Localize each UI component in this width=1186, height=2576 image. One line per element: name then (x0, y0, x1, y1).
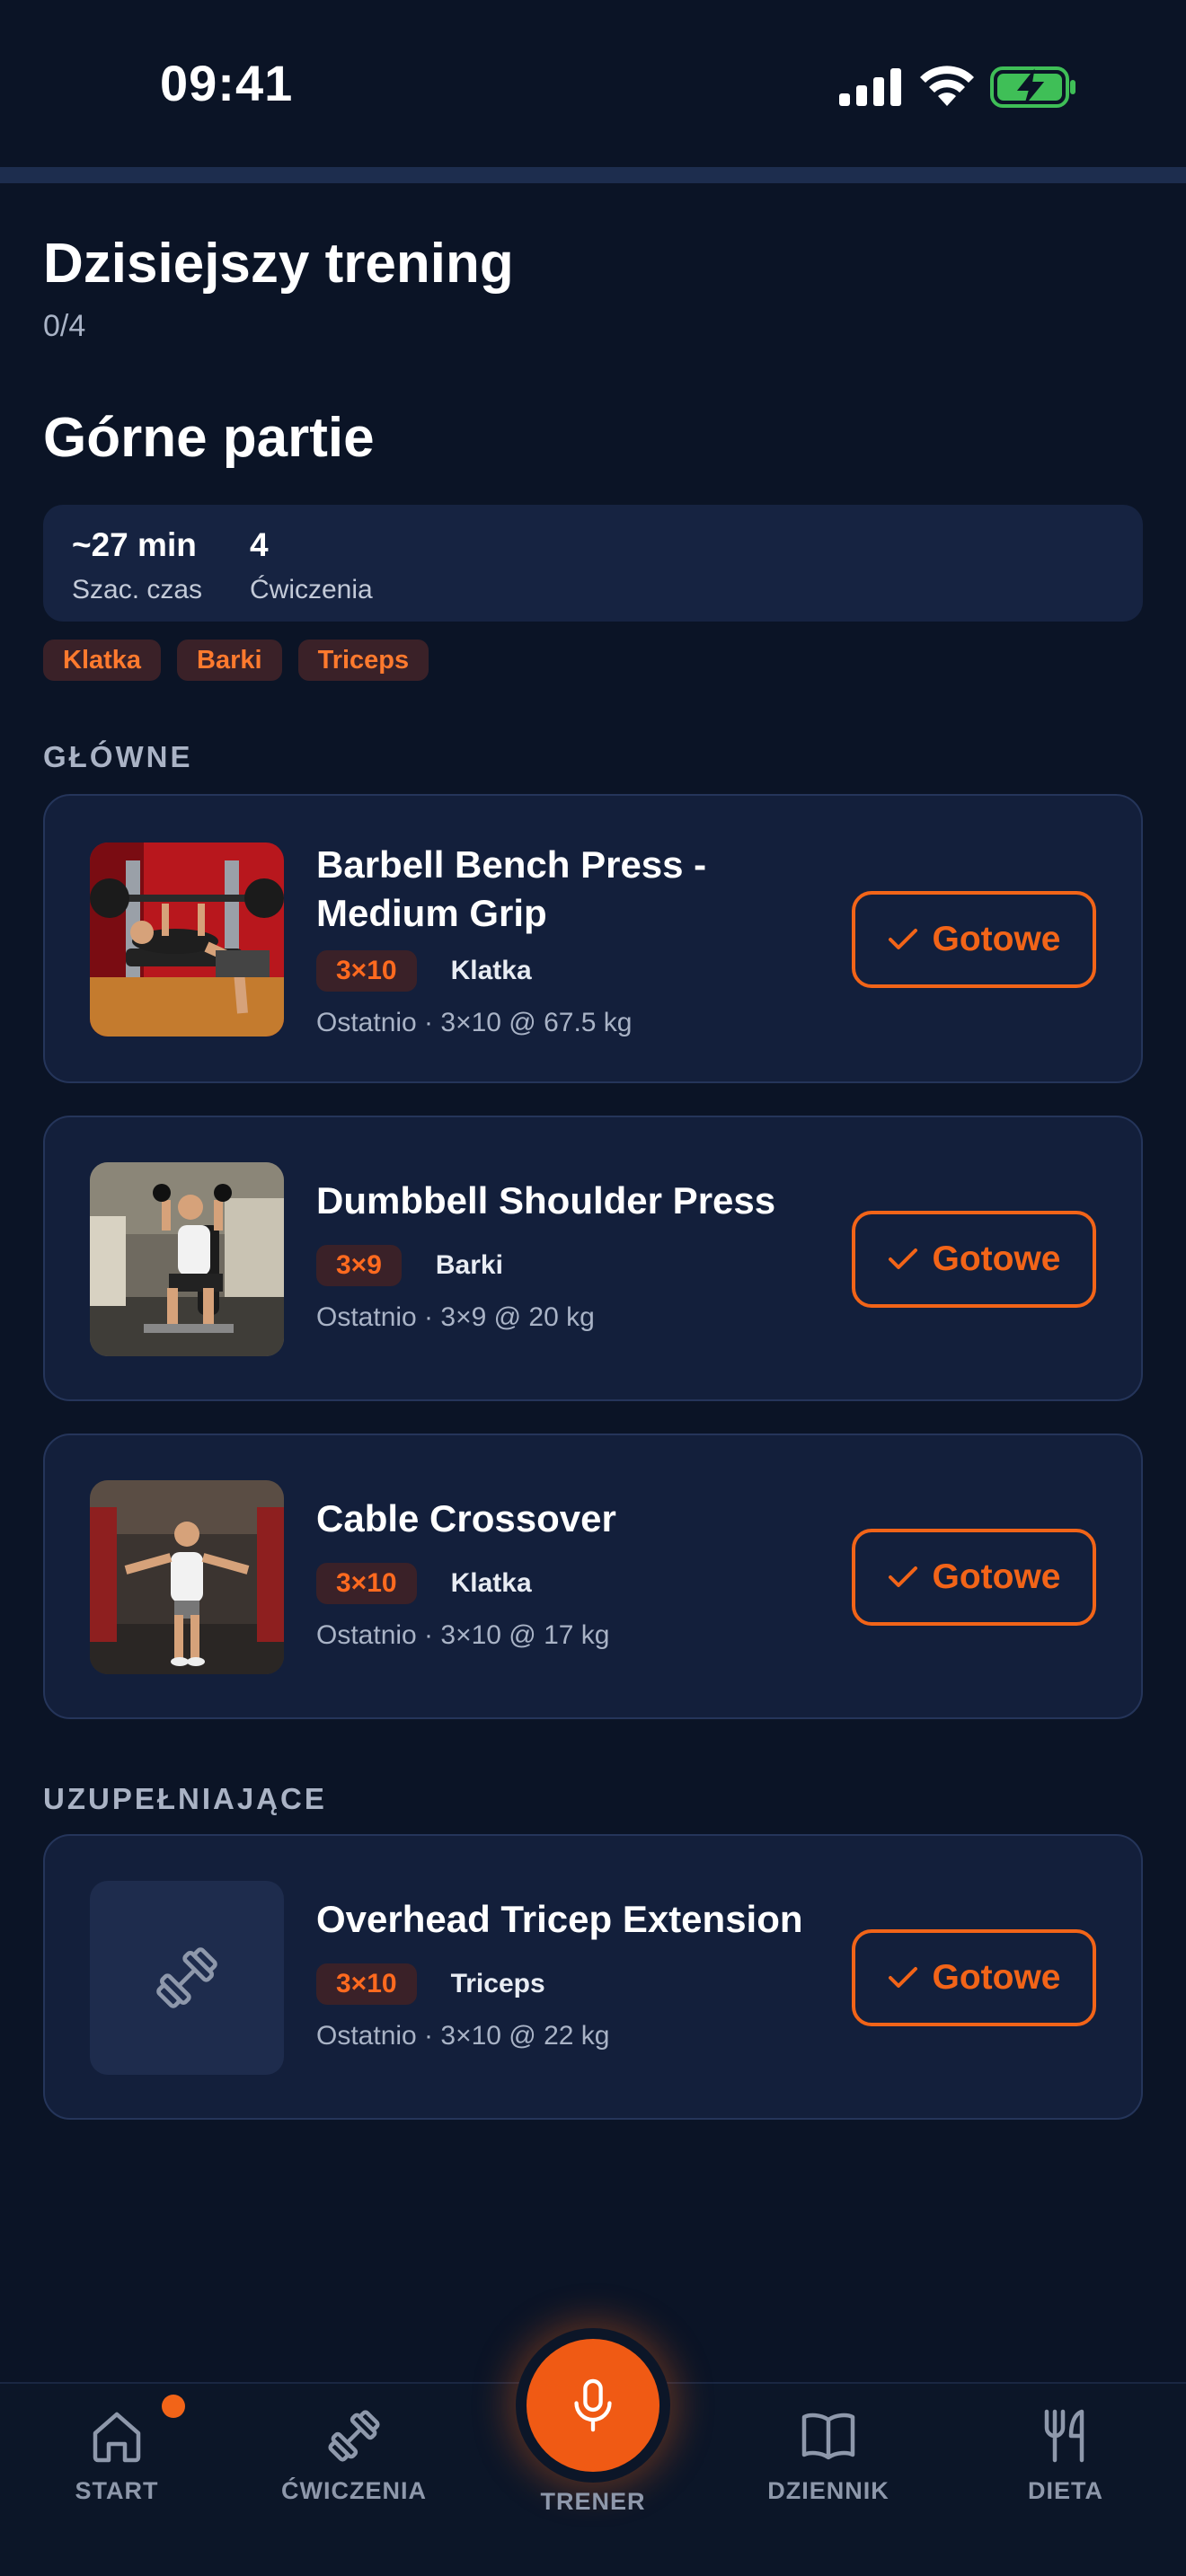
exercise-card[interactable]: Dumbbell Shoulder Press 3×9 Barki Ostatn… (43, 1116, 1143, 1401)
nav-item-diet[interactable]: DIETA (967, 2384, 1164, 2505)
done-button[interactable]: Gotowe (852, 1529, 1096, 1626)
stat-exercises: 4 Ćwiczenia (250, 526, 373, 605)
sets-badge: 3×10 (316, 1563, 417, 1604)
progress-counter: 0/4 (43, 309, 86, 343)
exercise-meta: 3×9 Barki (316, 1245, 503, 1286)
dumbbell-icon (328, 2410, 380, 2462)
last-result: Ostatnio · 3×10 @ 22 kg (316, 2021, 610, 2051)
book-icon (801, 2413, 855, 2460)
section-label-supplementary: UZUPEŁNIAJĄCE (43, 1782, 327, 1815)
section-label-main: GŁÓWNE (43, 740, 193, 773)
exercise-thumbnail (90, 1162, 284, 1356)
tag-barki: Barki (177, 640, 282, 681)
muscle-label: Klatka (450, 956, 532, 985)
exercise-name: Dumbbell Shoulder Press (316, 1179, 776, 1222)
muscle-label: Triceps (450, 1969, 545, 1998)
muscle-label: Barki (435, 1250, 503, 1280)
checkmark-icon (888, 1566, 917, 1587)
tag-klatka: Klatka (43, 640, 162, 681)
exercise-name: Cable Crossover (316, 1497, 616, 1539)
last-result: Ostatnio · 3×10 @ 17 kg (316, 1620, 610, 1650)
checkmark-icon (888, 1967, 917, 1988)
workout-stats: ~27 min Szac. czas 4 Ćwiczenia (43, 505, 1143, 622)
nav-item-exercises[interactable]: ĆWICZENIA (255, 2384, 453, 2505)
tag-triceps: Triceps (297, 640, 429, 681)
battery-icon (990, 66, 1075, 108)
fork-knife-icon (1044, 2409, 1084, 2463)
stat-duration-value: ~27 min (72, 526, 197, 563)
sets-badge: 3×9 (316, 1245, 402, 1286)
exercise-card[interactable]: Cable Crossover 3×10 Klatka Ostatnio · 3… (43, 1434, 1143, 1719)
nav-item-journal[interactable]: DZIENNIK (730, 2384, 927, 2505)
done-button-label: Gotowe (932, 920, 1061, 958)
exercise-thumbnail-placeholder (90, 1881, 284, 2075)
trainer-button-ring (516, 2328, 670, 2483)
workout-progress-bar (0, 167, 1186, 183)
exercise-thumbnail (90, 842, 284, 1037)
last-result: Ostatnio · 3×9 @ 20 kg (316, 1302, 595, 1332)
done-button[interactable]: Gotowe (852, 891, 1096, 988)
exercise-meta: 3×10 Triceps (316, 1963, 545, 2005)
signal-icon (839, 68, 901, 106)
sets-badge: 3×10 (316, 1963, 417, 2005)
exercise-thumbnail (90, 1480, 284, 1674)
nav-label-exercises: ĆWICZENIA (281, 2477, 427, 2504)
workout-name: Górne partie (43, 407, 375, 469)
stat-duration: ~27 min Szac. czas (72, 526, 202, 605)
done-button-label: Gotowe (932, 1958, 1061, 1997)
last-result: Ostatnio · 3×10 @ 67.5 kg (316, 1008, 633, 1037)
done-button-label: Gotowe (932, 1557, 1061, 1596)
notification-dot (162, 2395, 185, 2418)
muscle-tags: Klatka Barki Triceps (43, 640, 429, 681)
done-button[interactable]: Gotowe (852, 1929, 1096, 2026)
nav-label-journal: DZIENNIK (767, 2477, 890, 2504)
exercise-card[interactable]: Barbell Bench Press - Medium Grip 3×10 K… (43, 794, 1143, 1083)
exercise-meta: 3×10 Klatka (316, 1563, 532, 1604)
status-time: 09:41 (160, 55, 294, 111)
sets-badge: 3×10 (316, 950, 417, 992)
page-title: Dzisiejszy trening (43, 233, 514, 295)
wifi-icon (920, 66, 974, 106)
dumbbell-icon (156, 1947, 217, 2008)
done-button[interactable]: Gotowe (852, 1211, 1096, 1308)
exercise-name: Barbell Bench Press - Medium Grip (316, 843, 707, 934)
exercise-meta: 3×10 Klatka (316, 950, 532, 992)
nav-item-start[interactable]: START (18, 2384, 216, 2505)
exercise-name: Overhead Tricep Extension (316, 1898, 803, 1940)
stat-duration-label: Szac. czas (72, 575, 203, 604)
status-bar: 09:41 (0, 0, 1186, 167)
nav-label-start: START (75, 2477, 159, 2504)
home-icon (93, 2412, 141, 2463)
checkmark-icon (888, 1248, 917, 1269)
stat-exercises-value: 4 (250, 526, 269, 563)
nav-label-diet: DIETA (1028, 2477, 1103, 2504)
checkmark-icon (888, 929, 917, 949)
trainer-mic-button[interactable] (527, 2339, 659, 2472)
microphone-icon (574, 2378, 612, 2432)
muscle-label: Klatka (450, 1568, 532, 1598)
nav-label-trainer: TRENER (540, 2488, 646, 2515)
exercise-card[interactable]: Overhead Tricep Extension 3×10 Triceps O… (43, 1834, 1143, 2120)
stat-exercises-label: Ćwiczenia (250, 575, 373, 604)
done-button-label: Gotowe (932, 1239, 1061, 1278)
